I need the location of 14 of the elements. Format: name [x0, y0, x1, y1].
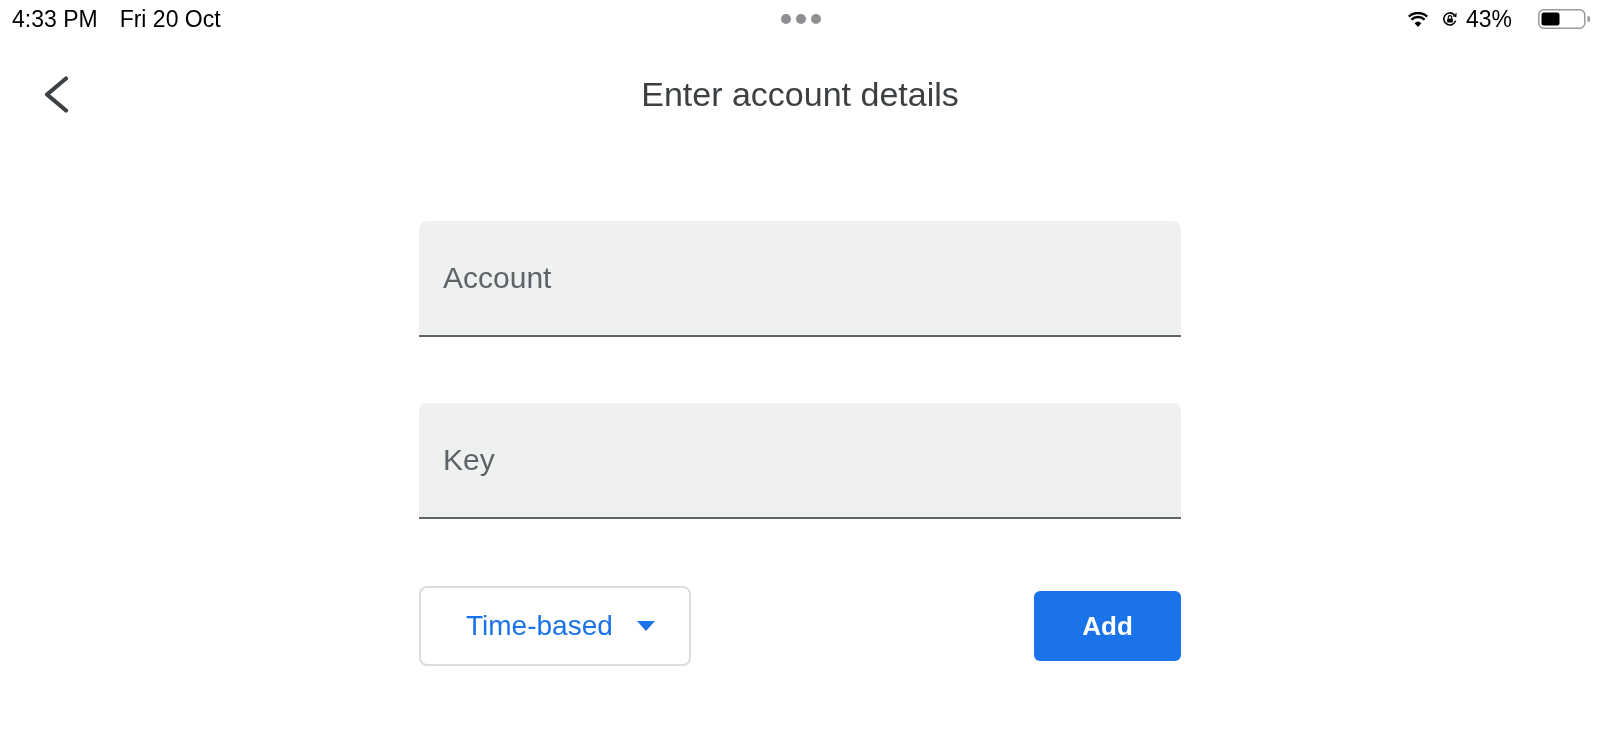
add-button[interactable]: Add: [1034, 591, 1181, 661]
caret-icon: [636, 621, 655, 631]
status-time: 4:33 PM: [12, 6, 98, 32]
input-field[interactable]: Key: [419, 403, 1181, 519]
battery-icon: [1538, 9, 1590, 29]
input-field[interactable]: Account: [419, 221, 1181, 337]
wifi-icon: [1407, 11, 1428, 27]
battery-percentage: 43%: [1465, 6, 1512, 32]
key-type-dropdown[interactable]: Time-based: [419, 586, 691, 666]
page-title: Enter account details: [641, 74, 959, 114]
back-icon[interactable]: [42, 75, 69, 113]
more-icon[interactable]: [781, 14, 821, 24]
rotation-lock-icon: [1441, 11, 1458, 27]
status-date: Fri 20 Oct: [119, 6, 221, 32]
